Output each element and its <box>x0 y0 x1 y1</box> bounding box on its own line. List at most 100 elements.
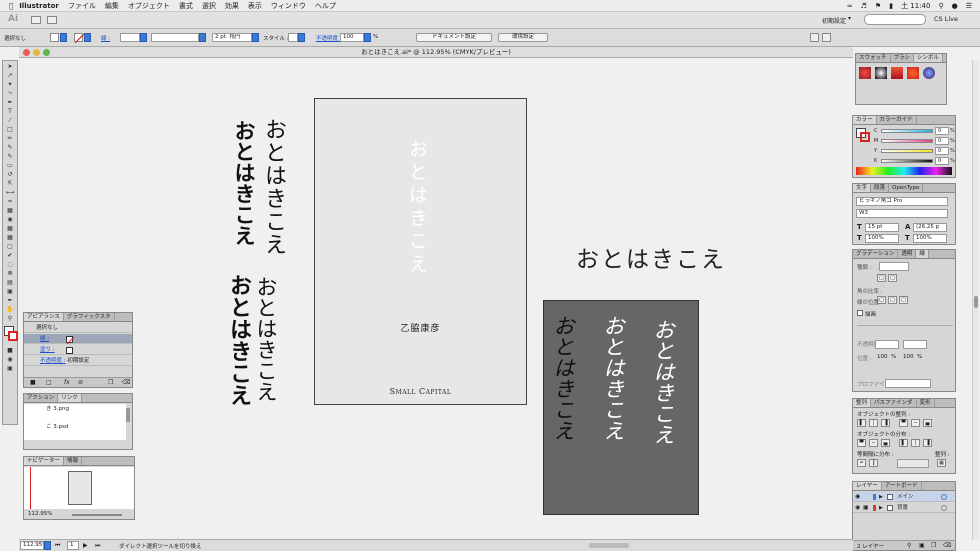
slice-tool-icon[interactable]: ✒ <box>4 296 16 304</box>
type-tool-icon[interactable]: T <box>4 107 16 115</box>
isolate-icon[interactable] <box>810 33 819 42</box>
eyedropper-tool-icon[interactable]: ✔ <box>4 251 16 259</box>
fill-white-swatch[interactable] <box>66 347 73 354</box>
stroke-none-swatch[interactable] <box>66 336 75 345</box>
distribute-bottom-icon[interactable]: ▄ <box>881 439 890 447</box>
symbol-swatch[interactable] <box>923 67 935 79</box>
minimize-window-icon[interactable] <box>33 49 40 56</box>
vertical-scrollbar[interactable] <box>972 60 979 540</box>
arrange-docs-icon[interactable] <box>47 16 57 24</box>
color-spectrum[interactable] <box>856 167 952 175</box>
brush-select[interactable]: 2 pt. 楕円 <box>212 33 252 42</box>
appearance-opacity-label[interactable]: 不透明度 : <box>40 358 66 364</box>
style-swatch[interactable] <box>288 33 298 42</box>
stroke-dropdown[interactable] <box>84 33 91 42</box>
add-fill-icon[interactable]: □ <box>46 379 52 386</box>
tab-brushes[interactable]: ブラシ <box>891 54 914 62</box>
dash-input-2[interactable] <box>903 340 927 349</box>
pencil-tool-icon[interactable]: ✎ <box>4 143 16 151</box>
blob-brush-tool-icon[interactable]: ✎ <box>4 152 16 160</box>
tab-actions[interactable]: アクション <box>24 394 59 402</box>
symbol-swatch[interactable] <box>907 67 919 79</box>
draw-mode-icon[interactable]: ◉ <box>4 355 16 363</box>
color-stroke-swatch[interactable] <box>860 132 870 142</box>
width-tool-icon[interactable]: ⟷ <box>4 188 16 196</box>
layer-name[interactable]: メイン <box>897 492 914 502</box>
search-icon[interactable]: ⚲ <box>938 2 943 10</box>
vertical-text-bold[interactable]: おとはきこえ <box>232 120 256 246</box>
align-center-icon[interactable]: │ <box>869 419 878 427</box>
cover-title[interactable]: おとはきこえ <box>406 139 428 277</box>
help-search-input[interactable] <box>864 14 926 25</box>
font-style-select[interactable]: W3 <box>856 209 948 218</box>
vertical-text-light-2[interactable]: おとはきこえ <box>254 276 278 402</box>
vertical-text-light[interactable]: おとはきこえ <box>261 118 286 256</box>
direct-selection-tool-icon[interactable]: ↗ <box>4 71 16 79</box>
tab-align[interactable]: 整列 <box>853 399 872 407</box>
corner-round-icon[interactable]: □ <box>888 296 897 304</box>
layer-row[interactable]: ◉ ▶ メイン <box>853 492 955 502</box>
color-mode-icon[interactable]: ■ <box>4 346 16 354</box>
clear-icon[interactable]: ⊘ <box>78 379 83 386</box>
symbol-swatch[interactable] <box>891 67 903 79</box>
gradient-tool-icon[interactable]: ▢ <box>4 242 16 250</box>
expand-triangle-icon[interactable]: ▶ <box>879 492 883 502</box>
channel-m-slider[interactable] <box>881 139 933 143</box>
fill-stroke-widget[interactable] <box>3 325 18 345</box>
align-to-selection-icon[interactable]: ▦ <box>937 459 946 467</box>
layer-target-icon[interactable] <box>941 494 947 500</box>
panel-menu-icon[interactable] <box>822 33 831 42</box>
document-setup-button[interactable]: ドキュメント設定 <box>416 33 492 42</box>
navigator-preview[interactable] <box>24 467 134 509</box>
opacity-dropdown[interactable] <box>364 33 371 42</box>
rotate-tool-icon[interactable]: ↺ <box>4 170 16 178</box>
free-transform-tool-icon[interactable]: ▦ <box>4 206 16 214</box>
align-left-icon[interactable]: ▌ <box>857 419 866 427</box>
clock[interactable]: 土 11:40 <box>901 1 930 11</box>
magic-wand-tool-icon[interactable]: ✦ <box>4 80 16 88</box>
channel-k-slider[interactable] <box>881 159 933 163</box>
visibility-eye-icon[interactable]: ◉ <box>855 492 860 502</box>
scale-value-2[interactable]: 100 <box>903 354 914 360</box>
paintbrush-tool-icon[interactable]: ✏ <box>4 134 16 142</box>
visibility-eye-icon[interactable]: ◉ <box>855 503 860 513</box>
menu-type[interactable]: 書式 <box>179 1 193 11</box>
zoom-dropdown[interactable] <box>44 541 51 550</box>
tab-character[interactable]: 文字 <box>853 184 872 192</box>
channel-y-input[interactable]: 0 <box>935 147 949 155</box>
blend-tool-icon[interactable]: ◌ <box>4 260 16 268</box>
menu-window[interactable]: ウィンドウ <box>271 1 306 11</box>
stroke-weight-input[interactable] <box>120 33 140 42</box>
vertical-text-bold-2[interactable]: おとはきこえ <box>226 274 251 406</box>
locate-object-icon[interactable]: ⚲ <box>907 542 911 549</box>
tab-swatches[interactable]: スウォッチ <box>856 54 891 62</box>
warp-tool-icon[interactable]: ≈ <box>4 197 16 205</box>
zoom-level-input[interactable]: 112.95% <box>20 541 44 550</box>
fill-swatch[interactable] <box>50 33 59 42</box>
channel-y-slider[interactable] <box>881 149 933 153</box>
menu-file[interactable]: ファイル <box>68 1 96 11</box>
horizontal-scale-input[interactable]: 100% <box>913 234 947 243</box>
appearance-opacity-row[interactable]: 不透明度 : 初期設定 <box>24 356 132 366</box>
tab-transparency[interactable]: 透明 <box>898 250 917 258</box>
stroke-weight-label[interactable]: 線 : <box>101 34 110 42</box>
hand-text-black[interactable]: おとはきこえ <box>551 315 575 441</box>
channel-m-input[interactable]: 0 <box>935 137 949 145</box>
selection-tool-icon[interactable]: ➤ <box>4 62 16 70</box>
align-bottom-icon[interactable]: ▄ <box>923 419 932 427</box>
appearance-stroke-label[interactable]: 線 : <box>40 336 49 342</box>
opacity-input[interactable]: 100 <box>340 33 364 42</box>
fx-icon[interactable]: fx <box>64 379 70 386</box>
dash-input-1[interactable] <box>875 340 899 349</box>
link-item[interactable]: き 3.png <box>24 404 126 414</box>
spacing-input[interactable] <box>897 459 929 468</box>
variable-width-dropdown[interactable] <box>199 33 206 42</box>
scale-value-1[interactable]: 100 <box>877 354 888 360</box>
channel-c-slider[interactable] <box>881 129 933 133</box>
distribute-left-icon[interactable]: ▌ <box>899 439 908 447</box>
glyph-text-row[interactable]: おとはきこえ <box>576 240 726 274</box>
hand-text-white-2[interactable]: おとはきこえ <box>651 319 675 445</box>
horizontal-scroll-thumb[interactable] <box>589 543 629 548</box>
battery-icon[interactable]: ▮ <box>889 2 893 10</box>
lasso-tool-icon[interactable]: ⤷ <box>4 89 16 97</box>
